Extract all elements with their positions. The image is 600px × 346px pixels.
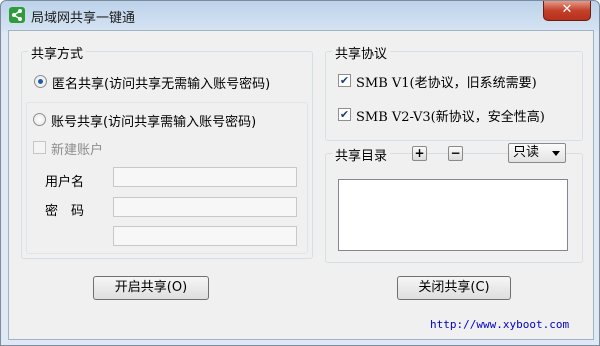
directory-title: 共享目录 — [332, 145, 391, 164]
smb-v2-checkbox[interactable]: ✔ — [338, 108, 351, 121]
main-window: 局域网共享一键通 ✕ 共享方式 匿名共享(访问共享无需输入账号密码) 账号共享(… — [0, 0, 600, 346]
client-area: 共享方式 匿名共享(访问共享无需输入账号密码) 账号共享(访问共享需输入账号密码… — [8, 30, 594, 340]
add-directory-button[interactable]: + — [412, 146, 427, 161]
account-share-radio[interactable] — [33, 113, 46, 126]
username-label: 用户名 — [45, 175, 85, 190]
protocol-group: 共享协议 ✔ SMB V1(老协议，旧系统需要) ✔ SMB V2-V3(新协议… — [325, 43, 583, 141]
protocol-title: 共享协议 — [332, 43, 391, 62]
remove-directory-button[interactable]: − — [448, 146, 463, 161]
title-bar[interactable]: 局域网共享一键通 ✕ — [1, 1, 599, 29]
smb-v1-label[interactable]: SMB V1(老协议，旧系统需要) — [356, 72, 537, 91]
new-account-label: 新建账户 — [51, 143, 104, 158]
start-share-button[interactable]: 开启共享(O) — [93, 276, 209, 300]
password-label: 密 码 — [45, 204, 85, 219]
anonymous-share-radio[interactable] — [34, 75, 47, 88]
new-account-checkbox[interactable] — [33, 141, 46, 154]
directory-list[interactable] — [338, 179, 568, 251]
stop-share-button[interactable]: 关闭共享(C) — [397, 276, 511, 300]
access-mode-select[interactable]: 只读 — [508, 143, 566, 163]
window-title: 局域网共享一键通 — [31, 11, 136, 26]
close-button[interactable]: ✕ — [543, 1, 591, 21]
chevron-down-icon — [552, 151, 560, 156]
anonymous-share-label[interactable]: 匿名共享(访问共享无需输入账号密码) — [52, 73, 270, 92]
share-icon — [9, 7, 25, 23]
share-mode-group: 共享方式 匿名共享(访问共享无需输入账号密码) 账号共享(访问共享需输入账号密码… — [21, 43, 313, 259]
account-share-group: 账号共享(访问共享需输入账号密码) 新建账户 用户名 密 码 — [26, 102, 308, 254]
share-mode-title: 共享方式 — [28, 43, 87, 62]
username-field[interactable] — [113, 167, 297, 187]
directory-group: 共享目录 + − 只读 — [325, 143, 583, 263]
website-link[interactable]: http://www.xyboot.com — [430, 318, 569, 331]
confirm-password-field[interactable] — [113, 226, 297, 246]
account-share-label[interactable]: 账号共享(访问共享需输入账号密码) — [51, 111, 256, 130]
smb-v1-checkbox[interactable]: ✔ — [338, 74, 351, 87]
close-icon: ✕ — [561, 2, 573, 17]
access-mode-value: 只读 — [513, 145, 540, 160]
smb-v2-label[interactable]: SMB V2-V3(新协议，安全性高) — [356, 106, 545, 125]
password-field[interactable] — [113, 197, 297, 217]
